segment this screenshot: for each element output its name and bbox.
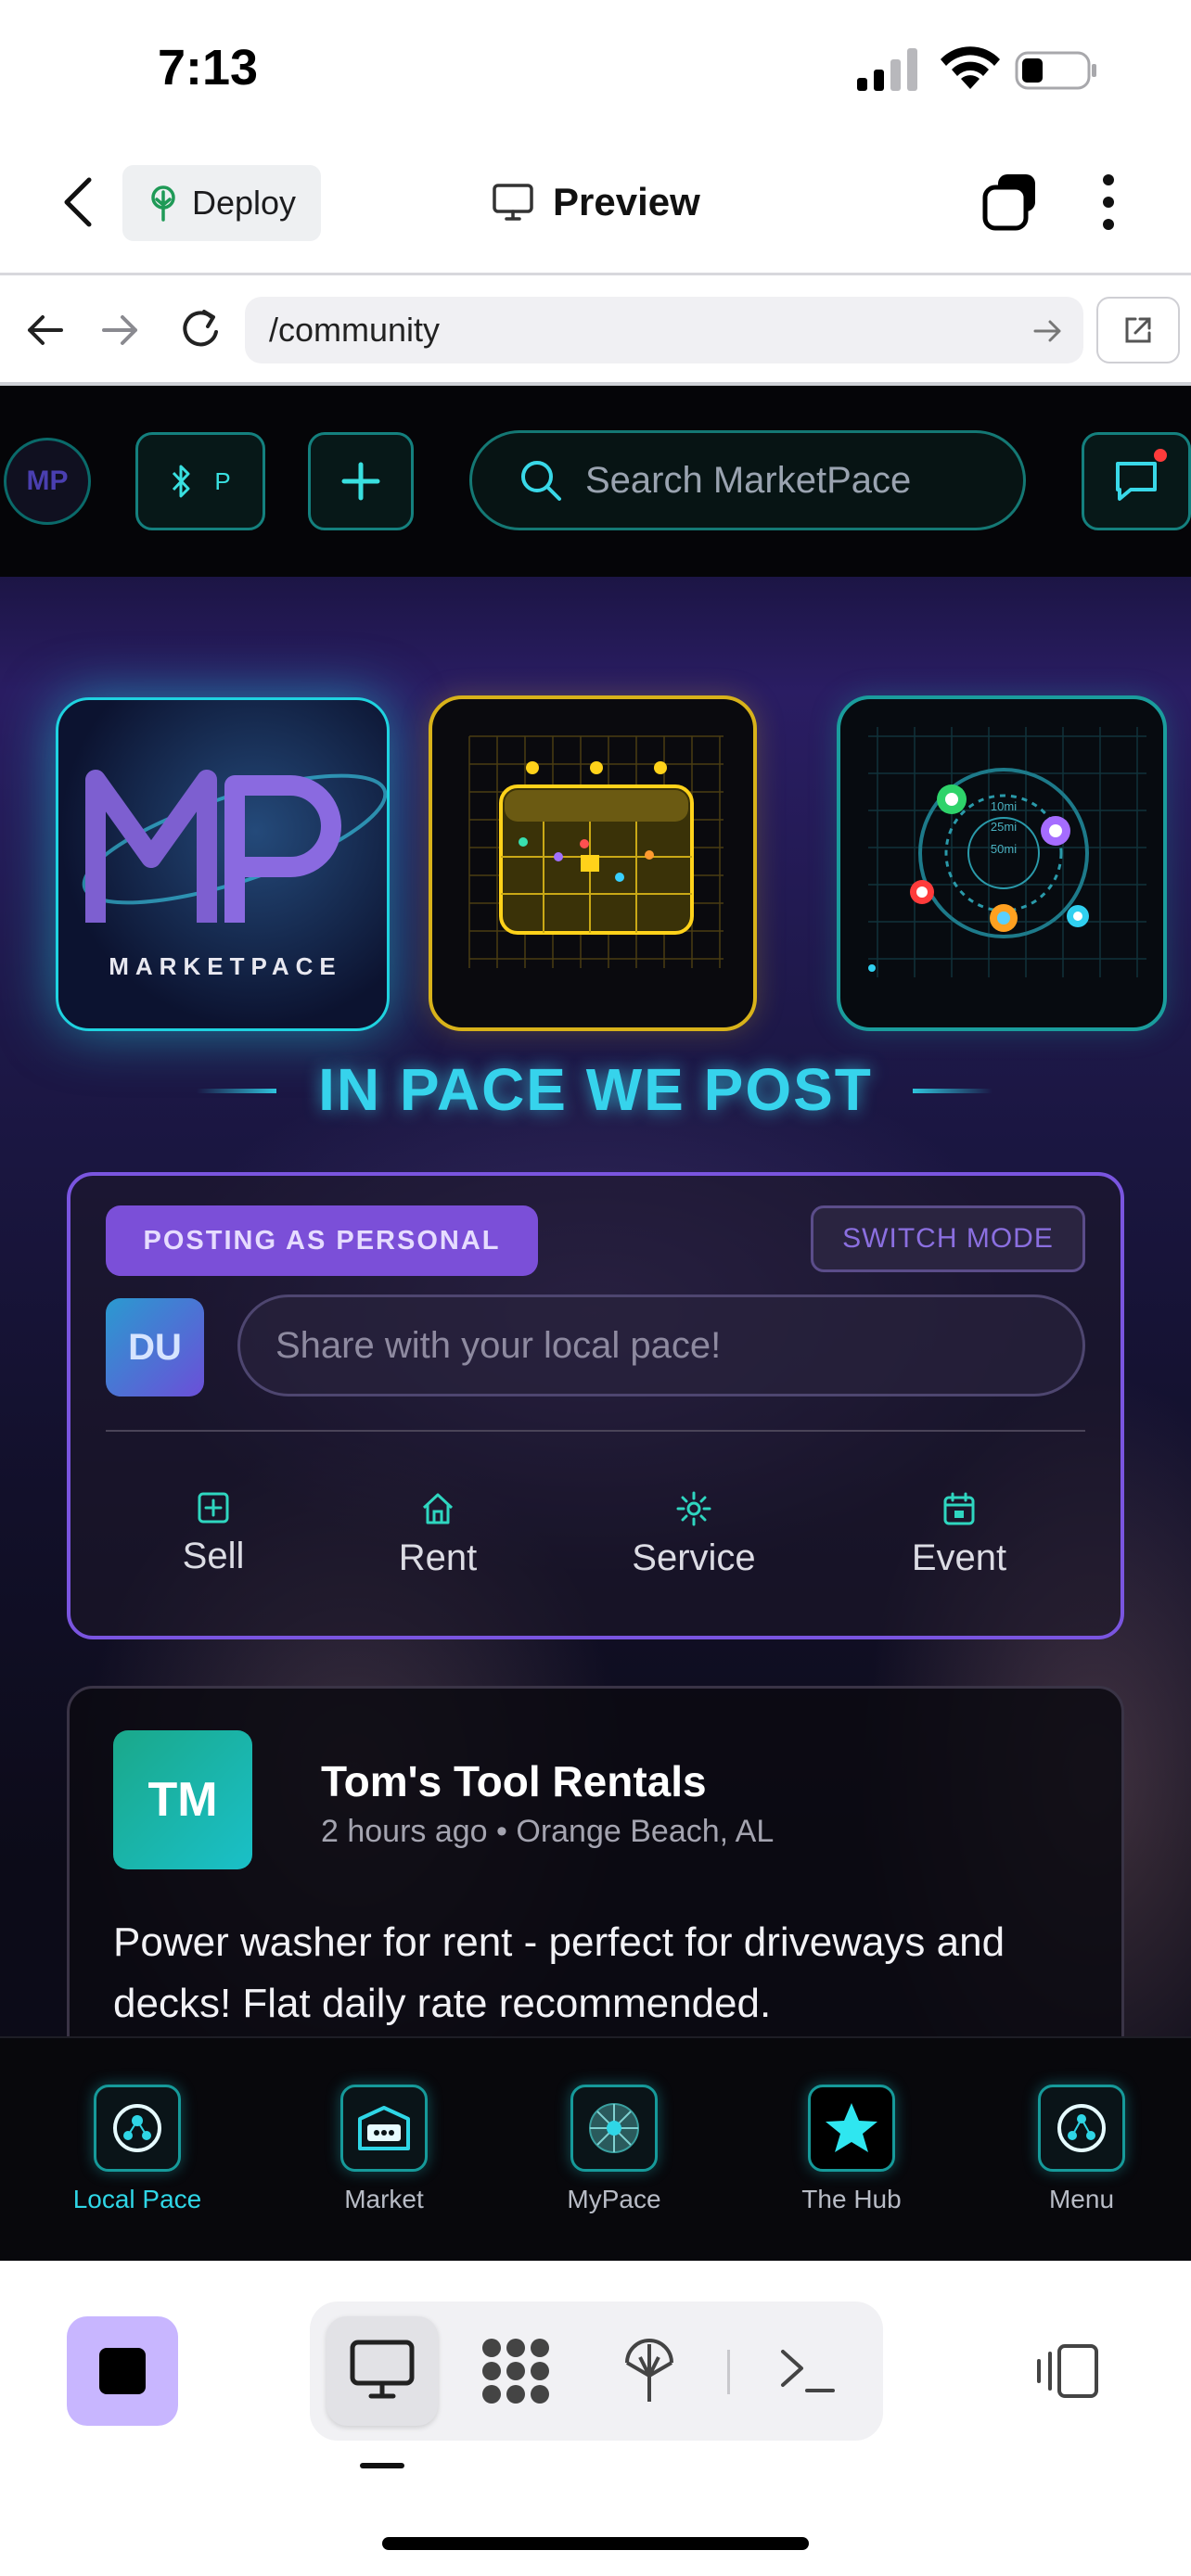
create-post-button[interactable]: [308, 432, 414, 530]
radius-map-icon: 10mi 25mi 50mi: [868, 727, 1146, 977]
events-calendar-tile[interactable]: [429, 695, 757, 1031]
url-text: /community: [269, 311, 441, 349]
nav-label: MyPace: [567, 2185, 661, 2213]
web-content: MP P Search MarketPace MARKETPACE 10mi 2…: [0, 386, 1191, 2203]
more-options-icon[interactable]: [1098, 172, 1119, 232]
divider: [0, 273, 1191, 275]
reload-icon[interactable]: [178, 306, 224, 352]
nav-mypace[interactable]: MyPace: [531, 2085, 698, 2214]
local-radius-map-tile[interactable]: 10mi 25mi 50mi: [837, 695, 1167, 1031]
nav-menu[interactable]: Menu: [998, 2085, 1165, 2214]
share-placeholder: Share with your local pace!: [275, 1324, 722, 1366]
monitor-icon: [350, 2340, 415, 2399]
sell-label: Sell: [182, 1536, 245, 1576]
author-avatar[interactable]: TM: [113, 1730, 252, 1869]
bluetooth-icon: [173, 465, 190, 498]
service-label: Service: [632, 1537, 756, 1578]
nav-local-pace[interactable]: Local Pace: [54, 2085, 221, 2214]
nav-the-hub[interactable]: The Hub: [768, 2085, 935, 2214]
bluetooth-button[interactable]: P: [135, 432, 265, 530]
event-label: Event: [911, 1537, 1007, 1578]
nav-label: The Hub: [801, 2185, 902, 2213]
search-placeholder: Search MarketPace: [585, 459, 912, 501]
plus-icon: [341, 462, 380, 501]
user-avatar: DU: [106, 1298, 204, 1396]
nav-label: Market: [344, 2185, 424, 2213]
deploy-label: Deploy: [191, 184, 297, 222]
notification-dot: [1154, 449, 1167, 462]
external-link-icon: [1125, 317, 1151, 343]
star-icon: [808, 2085, 895, 2172]
marketpace-logo-icon: [82, 770, 387, 923]
mypace-icon: [570, 2085, 658, 2172]
share-input[interactable]: Share with your local pace!: [237, 1294, 1085, 1396]
cellular-signal-icon: [857, 48, 917, 91]
search-bar[interactable]: Search MarketPace: [469, 430, 1026, 530]
tabs-icon[interactable]: [980, 171, 1041, 232]
profile-avatar[interactable]: MP: [4, 438, 91, 525]
monitor-icon: [493, 184, 533, 221]
market-icon: [340, 2085, 428, 2172]
home-icon: [422, 1493, 454, 1524]
calendar-grid-icon: [468, 735, 724, 968]
switch-mode-button[interactable]: SWITCH MODE: [811, 1205, 1085, 1272]
browser-forward-icon[interactable]: [100, 310, 141, 351]
deploy-icon: [151, 185, 175, 222]
sell-action[interactable]: Sell: [121, 1491, 306, 1577]
stop-icon: [99, 2348, 146, 2394]
local-pace-icon: [94, 2085, 181, 2172]
plus-square-icon: [198, 1492, 229, 1524]
open-external-button[interactable]: [1096, 297, 1180, 363]
device-frame-icon[interactable]: [1033, 2342, 1102, 2400]
post-meta: 2 hours ago • Orange Beach, AL: [321, 1814, 775, 1849]
rent-label: Rent: [398, 1537, 478, 1578]
terminal-icon[interactable]: [777, 2344, 837, 2396]
sun-icon: [676, 1491, 711, 1526]
home-indicator[interactable]: [382, 2537, 809, 2550]
chat-icon: [1116, 462, 1157, 501]
posting-mode-badge: POSTING AS PERSONAL: [106, 1205, 538, 1276]
post-body: Power washer for rent - perfect for driv…: [113, 1919, 1005, 2026]
rent-action[interactable]: Rent: [345, 1491, 531, 1579]
go-arrow-icon[interactable]: [1031, 315, 1065, 347]
active-tab-indicator: [360, 2463, 404, 2468]
preview-label: Preview: [553, 180, 700, 223]
wifi-icon: [941, 46, 1000, 89]
ring-label-10mi: 10mi: [991, 799, 1017, 813]
composer-divider: [106, 1430, 1085, 1432]
event-action[interactable]: Event: [866, 1491, 1052, 1579]
status-time: 7:13: [158, 40, 259, 96]
back-icon[interactable]: [58, 174, 100, 230]
components-icon[interactable]: [479, 2337, 553, 2405]
logo-wordmark: MARKETPACE: [109, 952, 342, 980]
calendar-icon: [943, 1492, 975, 1525]
messages-button[interactable]: [1082, 432, 1191, 530]
nav-market[interactable]: Market: [301, 2085, 467, 2214]
service-action[interactable]: Service: [601, 1491, 787, 1579]
toolbar-separator: [727, 2350, 730, 2394]
deploy-icon[interactable]: [623, 2339, 675, 2405]
deploy-button[interactable]: Deploy: [122, 165, 321, 241]
ring-label-25mi: 25mi: [991, 820, 1017, 834]
search-icon: [521, 461, 561, 501]
browser-back-icon[interactable]: [24, 310, 65, 351]
nav-label: Menu: [1048, 2185, 1115, 2213]
battery-icon: [1015, 51, 1096, 90]
marketpace-logo-tile[interactable]: MARKETPACE: [56, 697, 390, 1031]
bluetooth-label: P: [214, 466, 231, 495]
tagline: IN PACE WE POST: [318, 1056, 873, 1123]
preview-title[interactable]: Preview: [492, 174, 700, 230]
nav-label: Local Pace: [72, 2185, 202, 2213]
ring-label-50mi: 50mi: [991, 842, 1017, 856]
menu-icon: [1038, 2085, 1125, 2172]
tagline-accent-right: [913, 1089, 992, 1093]
url-field[interactable]: /community: [245, 297, 1083, 363]
stop-button[interactable]: [67, 2316, 178, 2426]
post-author[interactable]: Tom's Tool Rentals: [321, 1756, 707, 1806]
